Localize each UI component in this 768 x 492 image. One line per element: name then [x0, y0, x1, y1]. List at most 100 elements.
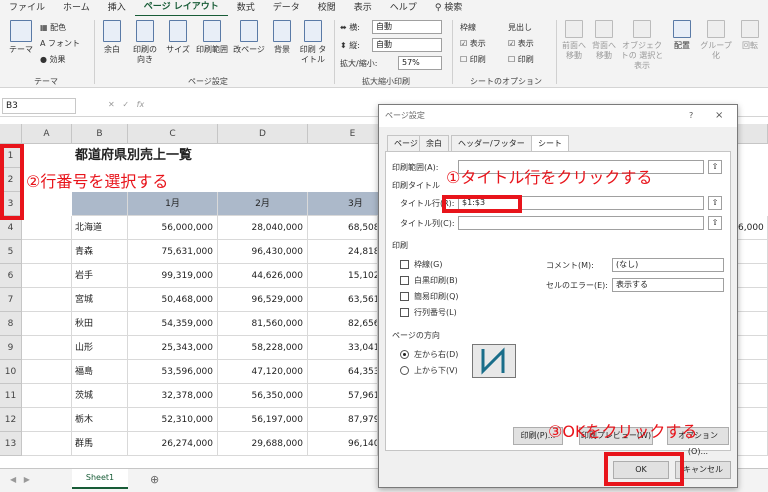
- table-cell-month2[interactable]: 96,529,000: [218, 288, 308, 312]
- table-cell-month3[interactable]: 33,041: [308, 336, 378, 360]
- menu-formulas[interactable]: 数式: [228, 0, 264, 16]
- table-cell-month3[interactable]: 57,961: [308, 384, 378, 408]
- theme-button[interactable]: テーマ: [6, 20, 36, 55]
- table-cell-right[interactable]: [738, 360, 768, 384]
- table-cell-month3[interactable]: 15,102: [308, 264, 378, 288]
- col-header-a[interactable]: A: [22, 124, 72, 144]
- print-titles-button[interactable]: 印刷 タイトル: [298, 20, 328, 65]
- row-header[interactable]: 7: [0, 288, 22, 312]
- size-button[interactable]: サイズ: [164, 20, 192, 55]
- table-cell-month2[interactable]: 29,688,000: [218, 432, 308, 456]
- table-cell-month1[interactable]: 75,631,000: [128, 240, 218, 264]
- fonts-button[interactable]: A フォント: [40, 38, 80, 49]
- table-cell-month3[interactable]: 96,140: [308, 432, 378, 456]
- table-cell-prefecture[interactable]: 栃木: [72, 408, 128, 432]
- header-month-2[interactable]: 2月: [218, 192, 308, 216]
- table-cell[interactable]: [22, 360, 72, 384]
- row-header[interactable]: 6: [0, 264, 22, 288]
- over-then-down-radio[interactable]: [400, 366, 409, 375]
- width-select[interactable]: 自動: [372, 20, 442, 34]
- rotate-button[interactable]: 回転: [736, 20, 764, 51]
- close-icon[interactable]: ×: [715, 110, 723, 121]
- table-cell-prefecture[interactable]: 茨城: [72, 384, 128, 408]
- col-header-d[interactable]: D: [218, 124, 308, 144]
- row-header[interactable]: 12: [0, 408, 22, 432]
- table-cell-prefecture[interactable]: 北海道: [72, 216, 128, 240]
- table-cell[interactable]: [22, 264, 72, 288]
- headings-view-check[interactable]: ☑ 表示: [508, 38, 534, 49]
- table-cell-month3[interactable]: 68,508: [308, 216, 378, 240]
- print-area-collapse-icon[interactable]: ⇧: [708, 160, 722, 174]
- print-area-button[interactable]: 印刷範囲: [194, 20, 230, 55]
- formula-buttons[interactable]: ✕ ✓ fx: [108, 100, 144, 109]
- table-cell-prefecture[interactable]: 岩手: [72, 264, 128, 288]
- row-header[interactable]: 10: [0, 360, 22, 384]
- select-all-corner[interactable]: [0, 124, 22, 144]
- table-cell-month1[interactable]: 26,274,000: [128, 432, 218, 456]
- rowcol-checkbox[interactable]: [400, 308, 409, 317]
- background-button[interactable]: 背景: [268, 20, 296, 55]
- headings-print-check[interactable]: ☐ 印刷: [508, 54, 534, 65]
- row-header[interactable]: 11: [0, 384, 22, 408]
- table-cell-month3[interactable]: 64,353: [308, 360, 378, 384]
- table-cell-right[interactable]: [738, 384, 768, 408]
- table-cell-right[interactable]: [738, 240, 768, 264]
- table-cell[interactable]: [22, 288, 72, 312]
- table-cell[interactable]: [22, 432, 72, 456]
- table-cell-month2[interactable]: 47,120,000: [218, 360, 308, 384]
- menu-search[interactable]: ⚲ 検索: [426, 0, 471, 16]
- menu-file[interactable]: ファイル: [0, 0, 54, 16]
- table-cell-prefecture[interactable]: 群馬: [72, 432, 128, 456]
- tab-header-footer[interactable]: ヘッダー/フッター: [451, 135, 532, 151]
- table-cell-right[interactable]: [738, 264, 768, 288]
- menu-review[interactable]: 校閲: [309, 0, 345, 16]
- table-cell-month2[interactable]: 28,040,000: [218, 216, 308, 240]
- table-cell[interactable]: [22, 384, 72, 408]
- menu-page-layout[interactable]: ページ レイアウト: [134, 0, 228, 17]
- row-header[interactable]: 5: [0, 240, 22, 264]
- table-cell-prefecture[interactable]: 秋田: [72, 312, 128, 336]
- col-header-c[interactable]: C: [128, 124, 218, 144]
- table-cell[interactable]: [22, 240, 72, 264]
- menu-data[interactable]: データ: [264, 0, 309, 16]
- table-cell-month1[interactable]: 25,343,000: [128, 336, 218, 360]
- table-cell-month2[interactable]: 96,430,000: [218, 240, 308, 264]
- down-then-over-radio[interactable]: [400, 350, 409, 359]
- comments-select[interactable]: (なし): [612, 258, 724, 272]
- table-cell-month2[interactable]: 56,197,000: [218, 408, 308, 432]
- orientation-button[interactable]: 印刷の 向き: [128, 20, 162, 65]
- menu-home[interactable]: ホーム: [54, 0, 99, 16]
- table-cell-month3[interactable]: 82,656: [308, 312, 378, 336]
- table-cell-month1[interactable]: 53,596,000: [128, 360, 218, 384]
- table-cell-month1[interactable]: 54,359,000: [128, 312, 218, 336]
- table-cell-prefecture[interactable]: 青森: [72, 240, 128, 264]
- table-cell-month1[interactable]: 52,310,000: [128, 408, 218, 432]
- name-box[interactable]: B3: [2, 98, 76, 114]
- table-cell-prefecture[interactable]: 山形: [72, 336, 128, 360]
- row-header[interactable]: 9: [0, 336, 22, 360]
- height-select[interactable]: 自動: [372, 38, 442, 52]
- align-button[interactable]: 配置: [668, 20, 696, 51]
- table-cell-right[interactable]: [738, 432, 768, 456]
- title-cols-collapse-icon[interactable]: ⇧: [708, 216, 722, 230]
- table-cell-month1[interactable]: 56,000,000: [128, 216, 218, 240]
- table-cell-prefecture[interactable]: 宮城: [72, 288, 128, 312]
- tab-sheet[interactable]: シート: [531, 135, 569, 152]
- gridlines-view-check[interactable]: ☑ 表示: [460, 38, 486, 49]
- table-cell-month3[interactable]: 87,979: [308, 408, 378, 432]
- group-button[interactable]: グループ化: [698, 20, 734, 61]
- table-cell-month2[interactable]: 44,626,000: [218, 264, 308, 288]
- send-backward-button[interactable]: 背面へ 移動: [590, 20, 618, 61]
- row-header[interactable]: 13: [0, 432, 22, 456]
- table-cell-month2[interactable]: 58,228,000: [218, 336, 308, 360]
- bw-checkbox[interactable]: [400, 276, 409, 285]
- table-cell-right[interactable]: [738, 288, 768, 312]
- help-icon[interactable]: ?: [689, 111, 693, 120]
- gridlines-print-check[interactable]: ☐ 印刷: [460, 54, 486, 65]
- table-cell-month2[interactable]: 81,560,000: [218, 312, 308, 336]
- bring-forward-button[interactable]: 前面へ 移動: [560, 20, 588, 61]
- menu-insert[interactable]: 挿入: [99, 0, 135, 16]
- table-cell-right[interactable]: [738, 312, 768, 336]
- menu-view[interactable]: 表示: [345, 0, 381, 16]
- selection-pane-button[interactable]: オブジェクトの 選択と表示: [620, 20, 664, 71]
